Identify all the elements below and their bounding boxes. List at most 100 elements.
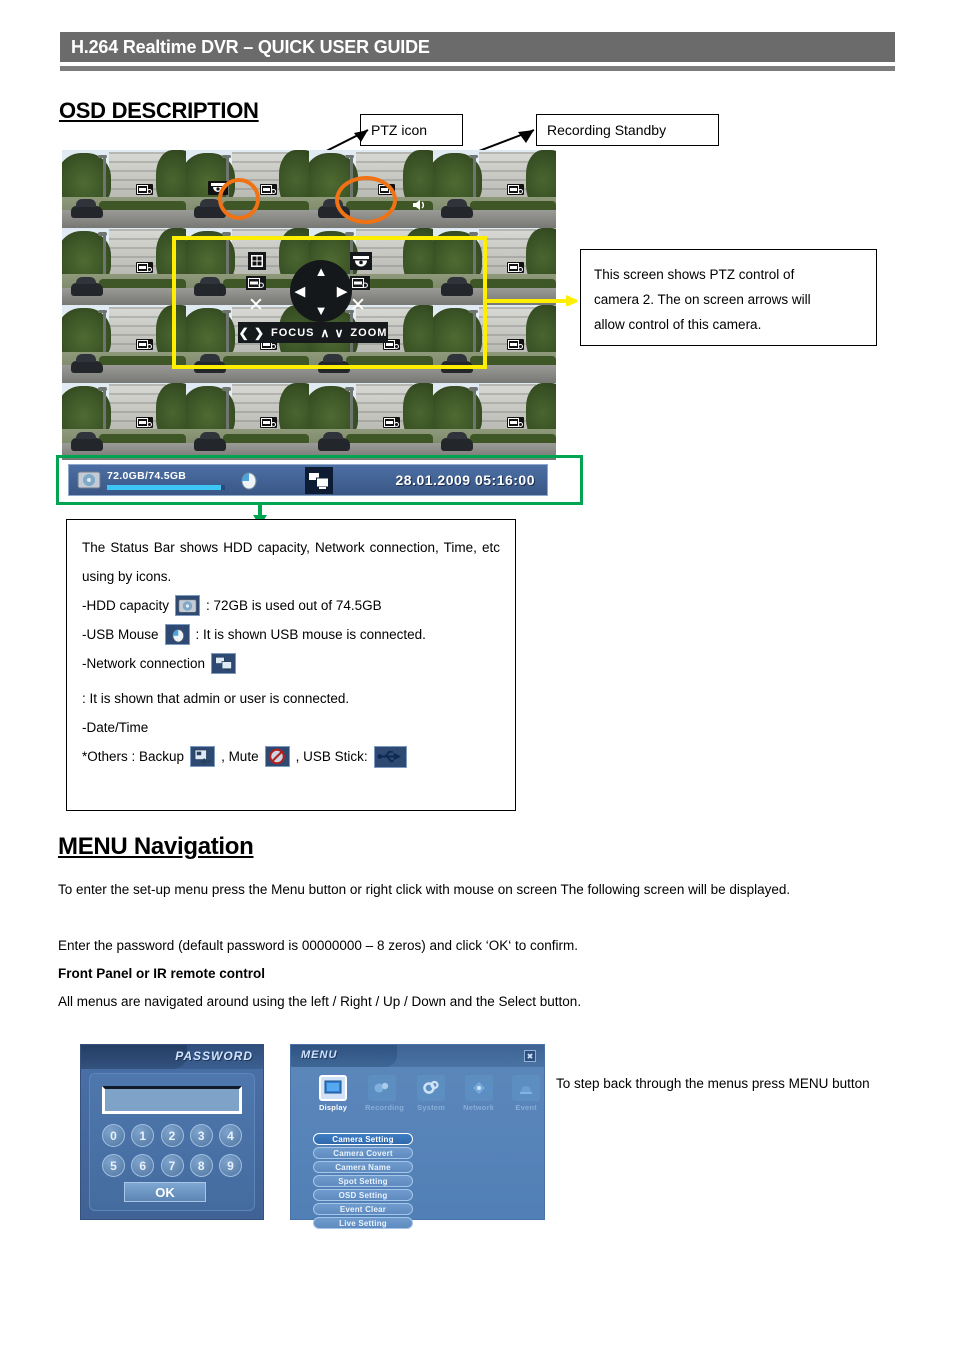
- recording-icon: [368, 1075, 397, 1101]
- recording-icon: [506, 339, 524, 351]
- camera-cell[interactable]: [432, 150, 556, 228]
- password-input[interactable]: [102, 1086, 242, 1114]
- tab-event[interactable]: Event: [512, 1075, 541, 1112]
- callout-recording-standby: Recording Standby: [536, 114, 719, 146]
- recording-icon: [136, 184, 154, 196]
- camera-icon-left: [246, 276, 266, 290]
- desc-status-intro: The Status Bar shows HDD capacity, Netwo…: [82, 540, 500, 584]
- ptz-left-arrow[interactable]: ◀: [295, 285, 305, 298]
- ptz-control-overlay[interactable]: ▲ ▼ ◀ ▶ ✕ ✕ ❮ ❯ FOCUS ∧ ∨ ZOOM: [232, 250, 392, 345]
- hdd-icon: [175, 595, 201, 616]
- ptz-right-arrow[interactable]: ▶: [337, 285, 347, 298]
- ptz-focus-zoom-bar[interactable]: ❮ ❯ FOCUS ∧ ∨ ZOOM: [238, 322, 388, 343]
- hdd-usage-progressbar: [107, 485, 225, 490]
- camera-cell[interactable]: [62, 305, 186, 383]
- menu-item-osd-setting[interactable]: OSD Setting: [313, 1189, 413, 1201]
- keypad-row-2: 5 6 7 8 9: [102, 1154, 242, 1177]
- desc-ptz-line2: camera 2. The on screen arrows will: [594, 292, 811, 307]
- leader-line-ptz-description: [487, 295, 577, 306]
- desc-network-value: : It is shown that admin or user is conn…: [82, 691, 350, 706]
- tab-display[interactable]: Display: [319, 1075, 348, 1112]
- menu-subheading: Front Panel or IR remote control: [58, 966, 266, 981]
- desc-ptz-line1: This screen shows PTZ control of: [594, 267, 795, 282]
- tab-network[interactable]: Network: [463, 1075, 494, 1112]
- keypad-key-5[interactable]: 5: [102, 1154, 125, 1177]
- page-title: H.264 Realtime DVR – QUICK USER GUIDE: [71, 36, 430, 57]
- recording-icon: [136, 339, 154, 351]
- tab-system[interactable]: System: [417, 1075, 446, 1112]
- password-dialog[interactable]: PASSWORD 0 1 2 3 4 5 6 7 8 9 OK: [80, 1044, 264, 1220]
- recording-icon: [506, 416, 524, 428]
- desc-datetime-label: -Date/Time: [82, 720, 149, 735]
- zoom-arrows-icon[interactable]: ∧ ∨: [321, 326, 345, 340]
- header-rule: [60, 66, 895, 71]
- camera-cell[interactable]: [62, 150, 186, 228]
- ptz-up-arrow[interactable]: ▲: [315, 265, 328, 278]
- close-icon[interactable]: ✖: [524, 1050, 536, 1062]
- keypad-key-6[interactable]: 6: [131, 1154, 155, 1177]
- password-ok-button[interactable]: OK: [124, 1182, 206, 1202]
- dvr-menu-screen[interactable]: MENU ✖ Display Recording System Network: [290, 1044, 545, 1229]
- hdd-capacity-label: 72.0GB/74.5GB: [107, 470, 187, 482]
- close-icon-right[interactable]: ✕: [350, 296, 366, 315]
- grid-layout-icon[interactable]: [248, 252, 266, 270]
- camera-cell[interactable]: [62, 227, 186, 305]
- menu-item-camera-name[interactable]: Camera Name: [313, 1161, 413, 1173]
- keypad-key-3[interactable]: 3: [189, 1124, 213, 1147]
- desc-status-mouse-row: -USB Mouse : It is shown USB mouse is co…: [82, 620, 500, 649]
- desc-hdd-label: -HDD capacity: [82, 598, 170, 613]
- camera-cell[interactable]: [62, 382, 186, 460]
- status-datetime: 28.01.2009 05:16:00: [395, 472, 535, 488]
- usb-mouse-icon: [237, 470, 259, 490]
- event-bell-icon: [512, 1075, 541, 1101]
- keypad-key-9[interactable]: 9: [219, 1154, 242, 1177]
- password-dialog-titlebar: PASSWORD: [81, 1045, 263, 1069]
- desc-others-mute: , Mute: [221, 749, 259, 764]
- backup-icon: [190, 746, 216, 767]
- tab-recording[interactable]: Recording: [365, 1075, 404, 1112]
- camera-cell[interactable]: [432, 382, 556, 460]
- menu-item-camera-setting[interactable]: Camera Setting: [313, 1133, 413, 1145]
- network-icon: [211, 653, 237, 674]
- menu-paragraph-2: Enter the password (default password is …: [58, 938, 579, 953]
- highlight-ring-recording-icon: [335, 176, 397, 224]
- display-icon: [319, 1075, 348, 1101]
- ptz-dome-camera-icon[interactable]: [350, 252, 372, 270]
- menu-step-back-note: To step back through the menus press MEN…: [556, 1076, 870, 1091]
- recording-icon: [136, 261, 154, 273]
- menu-item-list[interactable]: Camera Setting Camera Covert Camera Name…: [313, 1133, 413, 1231]
- password-keypad[interactable]: 0 1 2 3 4 5 6 7 8 9: [102, 1124, 242, 1184]
- ptz-direction-pad[interactable]: ▲ ▼ ◀ ▶: [290, 260, 352, 322]
- menu-tab-bar[interactable]: Display Recording System Network Event: [319, 1075, 541, 1112]
- desc-status-others-row: *Others : Backup , Mute , USB Stick:: [82, 742, 500, 771]
- camera-cell[interactable]: [185, 382, 309, 460]
- audio-speaker-icon: [412, 198, 428, 212]
- description-status-bar: The Status Bar shows HDD capacity, Netwo…: [66, 519, 516, 811]
- camera-cell[interactable]: [432, 305, 556, 383]
- keypad-key-8[interactable]: 8: [189, 1154, 213, 1177]
- keypad-key-1[interactable]: 1: [131, 1124, 155, 1147]
- keypad-key-2[interactable]: 2: [160, 1124, 184, 1147]
- tab-display-label: Display: [319, 1103, 348, 1112]
- menu-paragraph-1: To enter the set-up menu press the Menu …: [58, 882, 791, 897]
- recording-icon: [506, 261, 524, 273]
- keypad-key-4[interactable]: 4: [219, 1124, 242, 1147]
- dvr-status-bar[interactable]: 72.0GB/74.5GB 28.01.2009 05:16:00: [68, 464, 548, 496]
- camera-cell[interactable]: [309, 382, 433, 460]
- hdd-capacity-block: 72.0GB/74.5GB: [107, 470, 227, 490]
- desc-mouse-value: : It is shown USB mouse is connected.: [195, 627, 426, 642]
- menu-item-camera-covert[interactable]: Camera Covert: [313, 1147, 413, 1159]
- zoom-label: ZOOM: [350, 326, 388, 339]
- keypad-key-7[interactable]: 7: [160, 1154, 184, 1177]
- focus-arrows-icon[interactable]: ❮ ❯: [239, 326, 265, 340]
- keypad-key-0[interactable]: 0: [102, 1124, 125, 1147]
- menu-item-spot-setting[interactable]: Spot Setting: [313, 1175, 413, 1187]
- password-dialog-title: PASSWORD: [175, 1049, 253, 1063]
- recording-icon: [259, 184, 277, 196]
- tab-system-label: System: [417, 1103, 446, 1112]
- menu-item-event-clear[interactable]: Event Clear: [313, 1203, 413, 1215]
- hdd-icon: [77, 470, 101, 490]
- ptz-down-arrow[interactable]: ▼: [315, 304, 328, 317]
- menu-item-live-setting[interactable]: Live Setting: [313, 1217, 413, 1229]
- close-icon-left[interactable]: ✕: [248, 296, 264, 315]
